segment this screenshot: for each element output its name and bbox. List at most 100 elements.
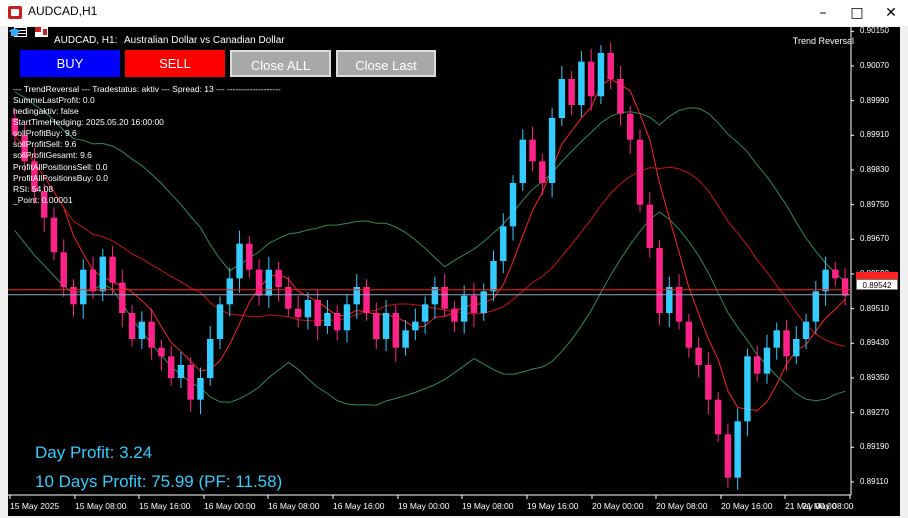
bull-candle xyxy=(500,226,507,261)
bear-candle xyxy=(392,313,400,348)
chart-symbol: AUDCAD, H1: xyxy=(54,35,118,46)
bear-candle xyxy=(246,243,253,270)
bull-candle xyxy=(412,321,419,331)
bear-candle xyxy=(128,313,136,339)
bear-candle xyxy=(294,308,302,318)
bear-candle xyxy=(627,113,634,140)
bear-candle xyxy=(832,269,839,279)
bull-candle xyxy=(666,287,673,313)
price-tick-label: 0.89750 xyxy=(860,199,889,209)
time-tick-label: 15 May 08:00 xyxy=(75,501,127,511)
bull-candle xyxy=(558,79,566,118)
info-line-status: --- TrendReversal --- Tradestatus: aktiv… xyxy=(13,84,281,94)
price-tick-label: 0.89190 xyxy=(860,442,889,452)
price-tick-label: 0.89270 xyxy=(860,407,889,417)
info-line-profit-buy: sollProfitBuy: 9.6 xyxy=(13,128,77,138)
bull-candle xyxy=(216,304,224,339)
bear-candle xyxy=(158,347,165,357)
bear-candle xyxy=(167,356,175,378)
bear-candle xyxy=(783,330,790,357)
bear-candle xyxy=(685,321,693,348)
bear-candle xyxy=(753,356,761,374)
graduation-cap-icon[interactable] xyxy=(8,27,21,38)
info-line-positions-sell: ProfitAllPositionsSell: 0.0 xyxy=(13,162,108,172)
info-line-hedging: hedingaktiv: false xyxy=(13,106,79,116)
bear-candle xyxy=(539,161,546,183)
bull-candle xyxy=(763,347,771,374)
bull-candle xyxy=(99,256,107,292)
price-tick-label: 0.89110 xyxy=(860,477,889,486)
time-tick-label: 20 May 00:00 xyxy=(592,501,644,511)
price-tick-label: 0.89990 xyxy=(860,95,889,105)
bear-candle xyxy=(529,139,536,162)
info-line-positions-buy: ProfitAllPositionsBuy: 0.0 xyxy=(13,173,108,183)
current-price-label: 0.89542 xyxy=(856,279,898,290)
time-tick-label: 21 May 08:00 xyxy=(802,501,854,511)
bear-candle xyxy=(275,269,282,287)
bull-candle xyxy=(402,330,409,348)
bull-candle xyxy=(773,330,780,348)
bull-candle xyxy=(236,243,243,279)
lower-band-line xyxy=(14,211,846,406)
bear-candle xyxy=(50,217,58,253)
info-line-point: _Point: 0.00001 xyxy=(13,195,73,205)
time-tick-label: 20 May 16:00 xyxy=(721,501,773,511)
maximize-icon[interactable]: □ xyxy=(840,0,874,26)
close-icon[interactable]: ✕ xyxy=(874,0,908,26)
bull-candle xyxy=(138,321,146,339)
bull-candle xyxy=(578,61,585,105)
price-tick-label: 0.89350 xyxy=(860,373,889,382)
chart-area[interactable]: AUDCAD, H1: Australian Dollar vs Canadia… xyxy=(8,27,900,516)
bear-candle xyxy=(314,300,321,326)
bull-candle xyxy=(80,269,87,305)
window-title: AUDCAD,H1 xyxy=(28,4,98,18)
price-tick-label: 0.89510 xyxy=(860,303,889,313)
close-all-button[interactable]: Close ALL xyxy=(230,50,331,77)
bear-candle xyxy=(568,79,575,105)
info-line-rsi: RSI: 54.08 xyxy=(13,184,54,194)
time-tick-label: 15 May 2025 xyxy=(10,501,60,511)
bear-candle xyxy=(607,53,614,79)
bull-candle xyxy=(265,269,273,296)
bear-candle xyxy=(646,204,653,248)
info-line-last-profit: SummeLastProfit: 0.0 xyxy=(13,95,95,105)
bull-candle xyxy=(734,421,741,478)
info-line-start-time: StartTimeHedging: 2025.05.20 16:00:00 xyxy=(13,117,164,127)
close-last-button[interactable]: Close Last xyxy=(336,50,436,77)
window-titlebar: AUDCAD,H1 – □ ✕ xyxy=(0,0,908,26)
sell-button[interactable]: SELL xyxy=(125,50,225,77)
bear-candle xyxy=(187,365,194,400)
bull-candle xyxy=(548,118,556,183)
bear-candle xyxy=(695,347,702,365)
bear-candle xyxy=(724,434,732,478)
bear-candle xyxy=(373,313,380,339)
time-tick-label: 16 May 08:00 xyxy=(268,501,320,511)
bear-candle xyxy=(255,269,263,296)
bull-candle xyxy=(207,339,214,378)
time-tick-label: 19 May 16:00 xyxy=(527,501,579,511)
bull-candle xyxy=(802,321,810,339)
bear-candle xyxy=(587,61,595,97)
bull-candle xyxy=(421,304,429,322)
day-profit: Day Profit: 3.24 xyxy=(35,443,153,462)
flag-icon[interactable] xyxy=(35,27,48,37)
bull-candle xyxy=(812,291,820,322)
price-tick-label: 0.90150 xyxy=(860,27,889,36)
bull-candle xyxy=(519,139,527,183)
ea-name: Trend Reversal xyxy=(792,36,854,46)
time-tick-label: 19 May 08:00 xyxy=(462,501,514,511)
bull-candle xyxy=(382,313,390,339)
bull-candle xyxy=(460,295,468,322)
time-tick-label: 16 May 16:00 xyxy=(333,501,385,511)
bull-candle xyxy=(177,365,185,378)
bear-candle xyxy=(60,252,67,287)
minimize-icon[interactable]: – xyxy=(806,0,840,26)
bear-candle xyxy=(148,321,155,348)
price-tick-label: 0.89830 xyxy=(860,165,889,174)
bull-candle xyxy=(226,278,233,305)
app-icon xyxy=(8,6,22,19)
bear-candle xyxy=(841,278,849,296)
buy-button[interactable]: BUY xyxy=(20,50,120,77)
slow-ma-line xyxy=(14,134,846,347)
bear-candle xyxy=(109,256,116,283)
